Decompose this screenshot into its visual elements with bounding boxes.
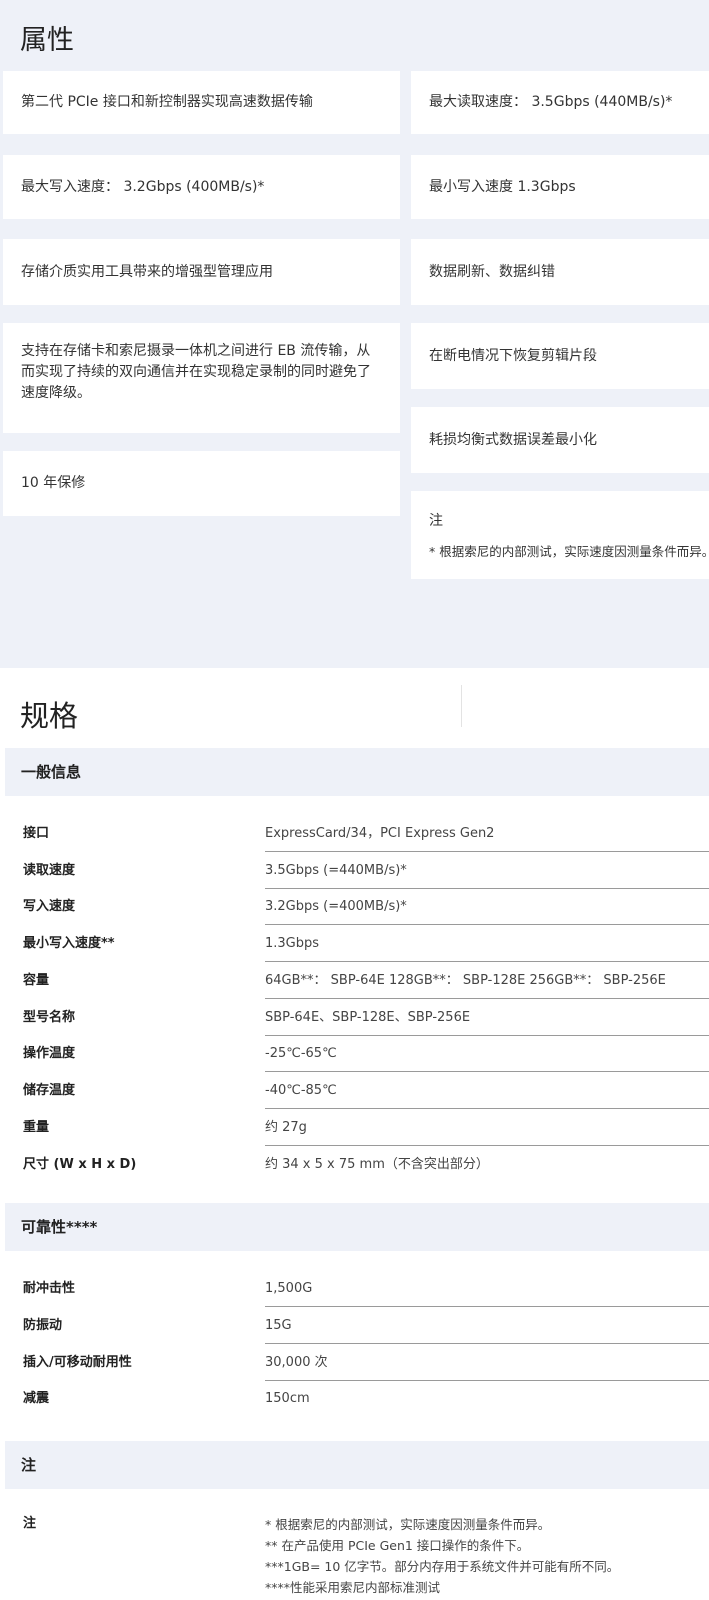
table-row: 插入/可移动耐用性 30,000 次 <box>0 1345 709 1381</box>
table-row: 防振动 15G <box>0 1308 709 1344</box>
row-divider <box>265 924 709 925</box>
feature-text: 10 年保修 <box>21 475 86 491</box>
table-row: 读取速度 3.5Gbps (=440MB/s)* <box>0 853 709 889</box>
feature-text: 第二代 PCIe 接口和新控制器实现高速数据传输 <box>21 94 313 110</box>
feature-card: 数据刷新、数据纠错 <box>411 239 709 305</box>
notes-lines: * 根据索尼的内部测试，实际速度因测量条件而异。 ** 在产品使用 PCIe G… <box>265 1514 619 1598</box>
row-divider <box>265 1145 709 1146</box>
spec-label: 接口 <box>23 826 50 841</box>
table-row: 重量 约 27g <box>0 1110 709 1146</box>
features-note-text: * 根据索尼的内部测试，实际速度因测量条件而异。 <box>429 544 709 559</box>
feature-text: 存储介质实用工具带来的增强型管理应用 <box>21 263 273 280</box>
feature-text: 最大写入速度： 3.2Gbps (400MB/s)* <box>21 178 265 195</box>
spec-value: -40℃-85℃ <box>265 1083 337 1098</box>
table-row: 操作温度 -25℃-65℃ <box>0 1036 709 1072</box>
spec-label: 操作温度 <box>23 1046 76 1061</box>
table-row: 型号名称 SBP-64E、SBP-128E、SBP-256E <box>0 1000 709 1036</box>
spec-value: ExpressCard/34，PCI Express Gen2 <box>265 826 495 841</box>
note-line: ***1GB= 10 亿字节。部分内存用于系统文件并可能有所不同。 <box>265 1559 620 1574</box>
spec-label: 重量 <box>23 1120 50 1135</box>
spec-label: 型号名称 <box>23 1010 76 1025</box>
notes-header: 注 <box>5 1441 709 1489</box>
specs-divider <box>461 685 462 727</box>
features-title: 属性 <box>20 25 74 56</box>
spec-value: 64GB**： SBP-64E 128GB**： SBP-128E 256GB*… <box>265 973 666 988</box>
spec-value: 3.5Gbps (=440MB/s)* <box>265 863 407 878</box>
general-info-header: 一般信息 <box>5 748 709 796</box>
feature-card: 第二代 PCIe 接口和新控制器实现高速数据传输 <box>3 71 400 134</box>
table-row: 写入速度 3.2Gbps (=400MB/s)* <box>0 889 709 925</box>
feature-card: 存储介质实用工具带来的增强型管理应用 <box>3 239 400 305</box>
spec-label: 容量 <box>23 973 50 988</box>
note-line: * 根据索尼的内部测试，实际速度因测量条件而异。 <box>265 1517 551 1532</box>
spec-value: 15G <box>265 1318 292 1333</box>
specs-title: 规格 <box>20 699 79 733</box>
spec-value: 1,500G <box>265 1281 313 1296</box>
spec-label: 尺寸 (W x H x D) <box>23 1157 137 1172</box>
feature-card: 最大读取速度： 3.5Gbps (440MB/s)* <box>411 71 709 134</box>
spec-value: -25℃-65℃ <box>265 1046 337 1061</box>
row-divider <box>265 851 709 852</box>
reliability-header: 可靠性**** <box>5 1203 709 1251</box>
notes-title: 注 <box>21 1456 37 1474</box>
feature-text: 数据刷新、数据纠错 <box>429 263 555 280</box>
table-row: 耐冲击性 1,500G <box>0 1271 709 1307</box>
row-divider <box>265 1071 709 1072</box>
spec-label: 插入/可移动耐用性 <box>23 1355 132 1370</box>
reliability-title: 可靠性**** <box>21 1218 98 1236</box>
spec-value: 30,000 次 <box>265 1355 328 1370</box>
feature-card: 耗损均衡式数据误差最小化 <box>411 407 709 473</box>
features-note-title: 注 <box>429 513 443 529</box>
note-line: ** 在产品使用 PCIe Gen1 接口操作的条件下。 <box>265 1538 530 1553</box>
feature-card: 最小写入速度 1.3Gbps <box>411 155 709 219</box>
spec-label: 储存温度 <box>23 1083 76 1098</box>
feature-text: 在断电情况下恢复剪辑片段 <box>429 347 597 364</box>
feature-card: 在断电情况下恢复剪辑片段 <box>411 323 709 389</box>
table-row: 尺寸 (W x H x D) 约 34 x 5 x 75 mm（不含突出部分） <box>0 1147 709 1183</box>
spec-label: 写入速度 <box>23 899 76 914</box>
spec-label: 最小写入速度** <box>23 936 115 951</box>
table-row: 最小写入速度** 1.3Gbps <box>0 926 709 962</box>
row-divider <box>265 1343 709 1344</box>
row-divider <box>265 998 709 999</box>
spec-label: 防振动 <box>23 1318 63 1333</box>
spec-value: SBP-64E、SBP-128E、SBP-256E <box>265 1010 471 1025</box>
spec-value: 1.3Gbps <box>265 936 320 951</box>
features-section: 属性 第二代 PCIe 接口和新控制器实现高速数据传输 最大读取速度： 3.5G… <box>0 0 709 668</box>
table-row: 储存温度 -40℃-85℃ <box>0 1073 709 1109</box>
feature-card: 支持在存储卡和索尼摄录一体机之间进行 EB 流传输，从而实现了持续的双向通信并在… <box>3 323 400 433</box>
feature-text: 最大读取速度： 3.5Gbps (440MB/s)* <box>429 94 673 110</box>
feature-card: 最大写入速度： 3.2Gbps (400MB/s)* <box>3 155 400 219</box>
notes-label: 注 <box>23 1516 37 1531</box>
row-divider <box>265 1306 709 1307</box>
note-line: ****性能采用索尼内部标准测试 <box>265 1580 441 1595</box>
row-divider <box>265 961 709 962</box>
spec-label: 减震 <box>23 1391 50 1406</box>
feature-card: 10 年保修 <box>3 451 400 516</box>
spec-label: 读取速度 <box>23 863 76 878</box>
general-info-title: 一般信息 <box>21 763 82 781</box>
feature-text: 支持在存储卡和索尼摄录一体机之间进行 EB 流传输，从而实现了持续的双向通信并在… <box>21 343 371 401</box>
feature-text: 最小写入速度 1.3Gbps <box>429 178 576 195</box>
spec-value: 150cm <box>265 1391 310 1406</box>
table-row: 减震 150cm <box>0 1381 709 1417</box>
spec-value: 约 27g <box>265 1120 307 1135</box>
feature-text: 耗损均衡式数据误差最小化 <box>429 431 597 448</box>
row-divider <box>265 1108 709 1109</box>
spec-value: 约 34 x 5 x 75 mm（不含突出部分） <box>265 1157 489 1172</box>
spec-value: 3.2Gbps (=400MB/s)* <box>265 899 407 914</box>
table-row: 接口 ExpressCard/34，PCI Express Gen2 <box>0 816 709 852</box>
features-note-card: 注 * 根据索尼的内部测试，实际速度因测量条件而异。 <box>411 491 709 579</box>
table-row: 容量 64GB**： SBP-64E 128GB**： SBP-128E 256… <box>0 963 709 999</box>
spec-label: 耐冲击性 <box>23 1281 76 1296</box>
